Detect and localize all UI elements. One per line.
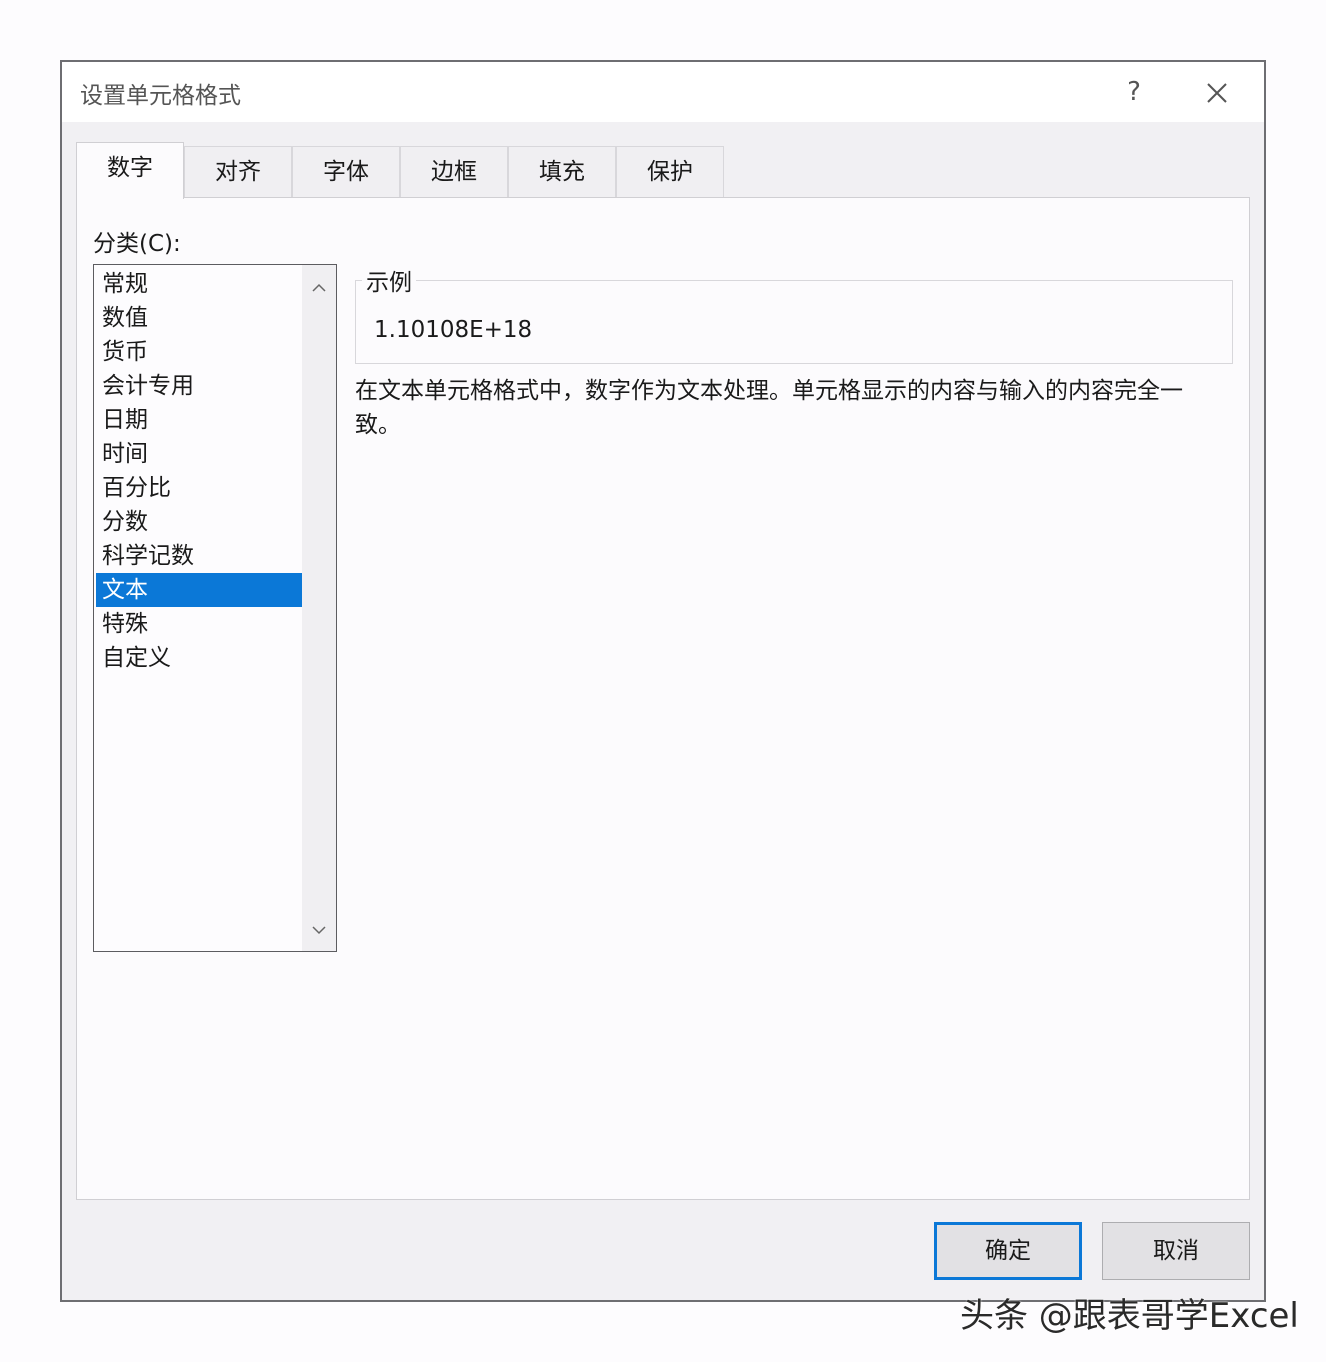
category-listbox[interactable]: 常规 数值 货币 会计专用 日期 时间 百分比 分数 科学记数 文本 特殊 自定… [93, 264, 337, 952]
category-item-number[interactable]: 数值 [96, 301, 302, 335]
category-label: 分类(C): [93, 231, 181, 257]
category-item-currency[interactable]: 货币 [96, 335, 302, 369]
category-item-custom[interactable]: 自定义 [96, 641, 302, 675]
tab-fill[interactable]: 填充 [508, 146, 616, 198]
sample-group: 示例 1.10108E+18 [355, 263, 1233, 364]
category-item-percentage[interactable]: 百分比 [96, 471, 302, 505]
close-icon[interactable] [1198, 74, 1236, 112]
format-description: 在文本单元格格式中，数字作为文本处理。单元格显示的内容与输入的内容完全一致。 [355, 378, 1183, 438]
category-item-text[interactable]: 文本 [96, 573, 302, 607]
category-list: 常规 数值 货币 会计专用 日期 时间 百分比 分数 科学记数 文本 特殊 自定… [96, 267, 302, 675]
category-scrollbar[interactable] [302, 265, 336, 951]
title-bar: 设置单元格格式 ? [62, 62, 1264, 122]
category-item-time[interactable]: 时间 [96, 437, 302, 471]
tab-number[interactable]: 数字 [76, 142, 184, 199]
watermark: 头条 @跟表哥学Excel [960, 1296, 1299, 1336]
scroll-down-icon[interactable] [302, 913, 336, 947]
sample-legend: 示例 [362, 263, 416, 297]
ok-button[interactable]: 确定 [934, 1222, 1082, 1280]
tab-protection[interactable]: 保护 [616, 146, 724, 198]
sample-value: 1.10108E+18 [374, 317, 533, 343]
scroll-up-icon[interactable] [302, 269, 336, 303]
category-item-scientific[interactable]: 科学记数 [96, 539, 302, 573]
help-icon[interactable]: ? [1116, 72, 1152, 112]
category-item-special[interactable]: 特殊 [96, 607, 302, 641]
cancel-button[interactable]: 取消 [1102, 1222, 1250, 1280]
dialog-title: 设置单元格格式 [80, 83, 241, 109]
tab-font[interactable]: 字体 [292, 146, 400, 198]
tab-strip: 数字 对齐 字体 边框 填充 保护 [76, 142, 736, 199]
tab-alignment[interactable]: 对齐 [184, 146, 292, 198]
number-tab-panel: 分类(C): 常规 数值 货币 会计专用 日期 时间 百分比 分数 科学记数 文… [76, 197, 1250, 1200]
format-cells-dialog: 设置单元格格式 ? 数字 对齐 字体 边框 填充 保护 分类(C): 常规 数值… [60, 60, 1266, 1302]
tab-border[interactable]: 边框 [400, 146, 508, 198]
category-item-date[interactable]: 日期 [96, 403, 302, 437]
category-item-fraction[interactable]: 分数 [96, 505, 302, 539]
category-item-accounting[interactable]: 会计专用 [96, 369, 302, 403]
category-item-general[interactable]: 常规 [96, 267, 302, 301]
